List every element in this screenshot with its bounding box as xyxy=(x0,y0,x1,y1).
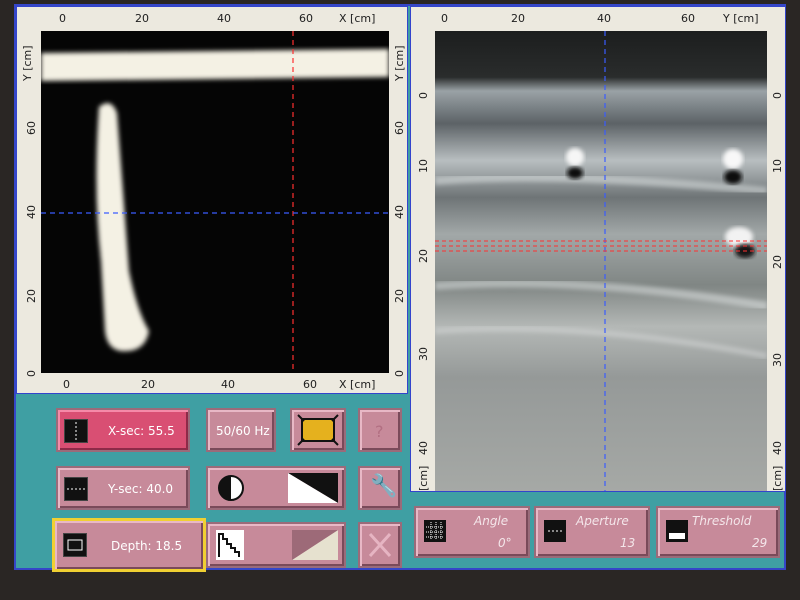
xsec-button[interactable]: X-sec: 55.5 xyxy=(56,408,190,452)
aperture-icon xyxy=(544,520,566,542)
help-button[interactable]: ? xyxy=(358,408,402,452)
sec-right-tick-30: 30 xyxy=(771,353,784,367)
top-tick-60: 60 xyxy=(299,12,313,25)
top-tick-20: 20 xyxy=(135,12,149,25)
top-axis-title: X [cm] xyxy=(339,12,376,25)
sec-left-tick-30: 30 xyxy=(417,347,430,361)
sec-left-tick-0: 0 xyxy=(417,92,430,99)
threshold-label: Threshold xyxy=(692,514,752,528)
right-tick-0: 0 xyxy=(393,370,406,377)
sec-right-tick-10: 10 xyxy=(771,159,784,173)
angle-label: Angle xyxy=(474,514,509,528)
right-tick-60: 60 xyxy=(393,121,406,135)
sec-left-tick-20: 20 xyxy=(417,249,430,263)
sec-right-tick-40: 40 xyxy=(771,441,784,455)
angle-button[interactable]: Angle 0° xyxy=(414,506,530,558)
histogram-icon xyxy=(216,530,244,560)
aperture-value: 13 xyxy=(620,536,636,550)
ysec-label: Y-sec: 40.0 xyxy=(108,482,174,496)
sec-top-tick-20: 20 xyxy=(511,12,525,25)
zoom-fit-button[interactable] xyxy=(290,408,346,452)
contrast-icon xyxy=(218,475,244,501)
histogram-button[interactable] xyxy=(206,522,346,568)
frequency-button[interactable]: 50/60 Hz xyxy=(206,408,276,452)
left-axis-title: Y [cm] xyxy=(21,45,34,81)
bottom-tick-20: 20 xyxy=(141,378,155,391)
sec-left-tick-40: 40 xyxy=(417,441,430,455)
sec-right-axis-title: [cm] xyxy=(771,465,784,491)
bottom-tick-60: 60 xyxy=(303,378,317,391)
depth-label: Depth: 18.5 xyxy=(111,539,183,553)
depth-button[interactable]: Depth: 18.5 xyxy=(52,518,206,572)
contrast-button[interactable] xyxy=(206,466,346,510)
sec-left-tick-10: 10 xyxy=(417,159,430,173)
ysec-button[interactable]: Y-sec: 40.0 xyxy=(56,466,190,510)
wrench-icon: 🔧 xyxy=(370,474,398,499)
top-tick-0: 0 xyxy=(59,12,66,25)
left-tick-0: 0 xyxy=(25,370,38,377)
sec-top-axis-title: Y [cm] xyxy=(723,12,759,25)
section-view-panel: 0 20 40 60 Y [cm] 0 10 20 30 40 [cm] 0 1… xyxy=(410,6,786,492)
left-tick-20: 20 xyxy=(25,289,38,303)
help-label: ? xyxy=(375,422,384,441)
sec-top-tick-60: 60 xyxy=(681,12,695,25)
sec-left-axis-title: [cm] xyxy=(417,465,430,491)
frequency-label: 50/60 Hz xyxy=(216,424,270,438)
left-tick-60: 60 xyxy=(25,121,38,135)
plan-view-panel: 0 20 40 60 X [cm] Y [cm] 60 40 20 0 Y [c… xyxy=(16,6,408,394)
gpr-screen: 0 20 40 60 X [cm] Y [cm] 60 40 20 0 Y [c… xyxy=(14,4,786,572)
top-tick-40: 40 xyxy=(217,12,231,25)
plan-view-image[interactable] xyxy=(41,31,389,373)
right-tick-20: 20 xyxy=(393,289,406,303)
sec-right-tick-20: 20 xyxy=(771,255,784,269)
sec-top-tick-40: 40 xyxy=(597,12,611,25)
sec-right-tick-0: 0 xyxy=(771,92,784,99)
contrast-ramp-icon xyxy=(288,473,338,503)
bottom-axis-title: X [cm] xyxy=(339,378,376,391)
bottom-tick-0: 0 xyxy=(63,378,70,391)
threshold-value: 29 xyxy=(752,536,768,550)
zoom-fit-icon xyxy=(297,414,339,446)
aperture-label: Aperture xyxy=(576,514,629,528)
xsec-label: X-sec: 55.5 xyxy=(108,424,175,438)
sec-top-tick-0: 0 xyxy=(441,12,448,25)
close-button[interactable] xyxy=(358,522,402,568)
depth-icon xyxy=(63,533,87,557)
ysec-icon xyxy=(64,477,88,501)
tool-button[interactable]: 🔧 xyxy=(358,466,402,510)
right-tick-40: 40 xyxy=(393,205,406,219)
threshold-button[interactable]: Threshold 29 xyxy=(656,506,780,558)
angle-value: 0° xyxy=(498,536,512,550)
grid-icon xyxy=(424,520,446,542)
bottom-tick-40: 40 xyxy=(221,378,235,391)
close-icon xyxy=(368,532,392,558)
xsec-icon xyxy=(64,419,88,443)
gradient-ramp-icon xyxy=(292,530,338,560)
threshold-icon xyxy=(666,520,688,542)
right-axis-title: Y [cm] xyxy=(393,45,406,81)
section-view-image[interactable] xyxy=(435,31,767,491)
aperture-button[interactable]: Aperture 13 xyxy=(534,506,650,558)
left-tick-40: 40 xyxy=(25,205,38,219)
